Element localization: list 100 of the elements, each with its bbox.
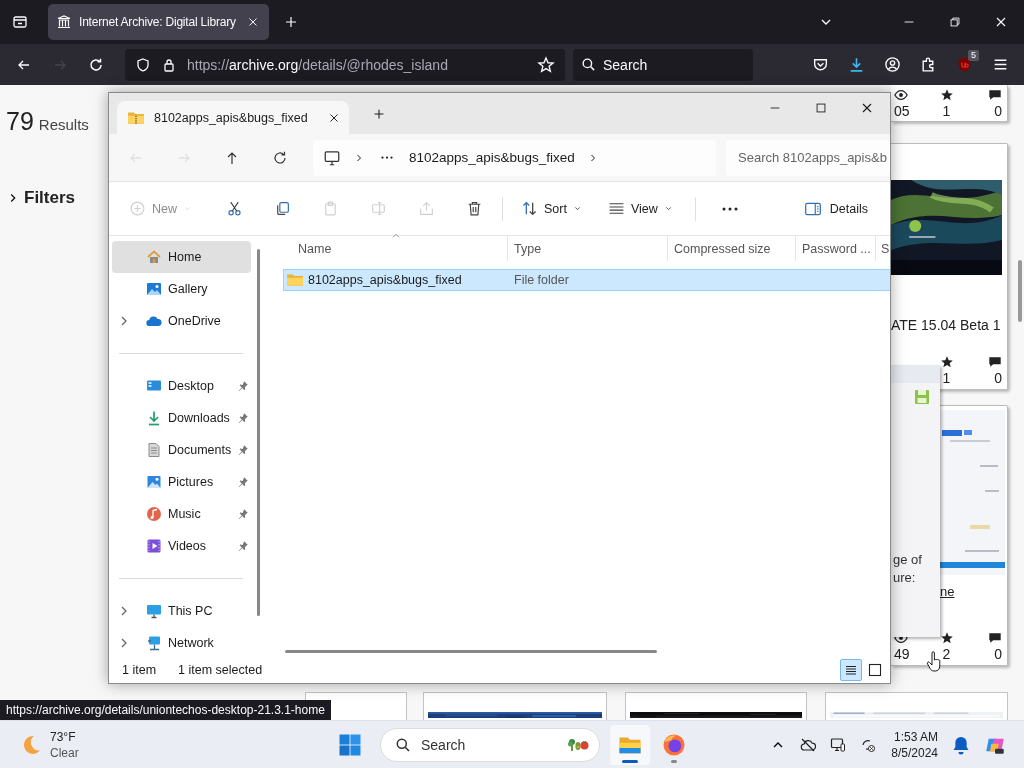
taskbar-search-field[interactable]: Search (380, 727, 600, 762)
taskbar-app[interactable] (610, 724, 650, 765)
temperature: 73°F (50, 728, 77, 745)
cloud-off-icon (800, 736, 817, 753)
popup-text: ge of (893, 552, 923, 567)
comment-icon (988, 88, 1002, 102)
bookmark-button[interactable] (537, 55, 555, 74)
scrollbar[interactable] (1018, 260, 1022, 322)
more-icon (381, 156, 393, 159)
item-title: ATE 15.04 Beta 1 (891, 317, 1002, 333)
popup-text: ure: (893, 570, 917, 585)
scrollbar[interactable] (285, 650, 657, 653)
explorer-tab[interactable]: 8102apps_apis&bugs_fixed (117, 101, 349, 134)
url-text: https://archive.org/details/@rhodes_island (187, 56, 449, 73)
column-header[interactable]: Name (283, 236, 508, 261)
nav-label: Videos (168, 539, 207, 553)
display-icon (830, 736, 847, 753)
chevron-down-icon (183, 204, 192, 213)
monitor-icon (146, 603, 162, 619)
view-button[interactable]: View (599, 191, 681, 226)
nav-item[interactable]: Gallery (112, 273, 251, 305)
house-icon (146, 249, 162, 265)
restore-icon (948, 15, 962, 29)
chevron-down-icon (663, 204, 673, 213)
nav-label: This PC (168, 604, 214, 618)
stat-count: 1 (942, 103, 951, 119)
nav-item[interactable]: Network (112, 627, 251, 659)
desktop-icon (146, 378, 162, 394)
nav-item[interactable]: Desktop (112, 370, 251, 402)
browser-app-icon (662, 732, 686, 757)
document-icon (146, 442, 162, 458)
scrollbar[interactable] (257, 249, 260, 616)
item-link[interactable]: ne (940, 584, 955, 599)
address-bar[interactable]: 8102apps_apis&bugs_fixed (313, 139, 716, 176)
details-button[interactable]: Details (795, 191, 876, 226)
nav-item[interactable]: Music (112, 498, 251, 530)
star-icon (537, 55, 555, 74)
eye-icon (894, 88, 908, 102)
star-icon (939, 88, 954, 102)
star-icon (939, 355, 954, 369)
count-badge: 5 (968, 49, 979, 61)
nav-label: Network (168, 636, 215, 650)
monitor-icon (323, 148, 341, 167)
browser-tab[interactable]: Internet Archive: Digital Library (48, 4, 269, 40)
result-card[interactable] (423, 692, 607, 720)
results-count: 79 (6, 107, 34, 136)
selection-count: 1 item selected (178, 662, 263, 677)
comment-icon (988, 355, 1002, 369)
shield-icon (135, 56, 151, 73)
stat-count: 0 (994, 370, 1002, 386)
clock[interactable]: 1:53 AM 8/5/2024 (883, 728, 944, 761)
result-card[interactable]: 05 1 0 (891, 85, 1008, 122)
filters-toggle[interactable]: Filters (6, 188, 105, 208)
search-field[interactable]: Search (573, 48, 753, 81)
folder-icon (286, 271, 304, 289)
weather-condition: Clear (50, 744, 79, 761)
network-icon (146, 635, 162, 651)
pictures-icon (146, 474, 162, 490)
nav-item[interactable]: This PC (112, 595, 251, 627)
stat-count: 05 (894, 103, 910, 119)
nav-item[interactable]: Documents (112, 434, 251, 466)
nav-label: Downloads (168, 411, 231, 425)
windows-logo-icon (338, 732, 362, 757)
video-icon (146, 538, 162, 554)
nav-item[interactable]: Downloads (112, 402, 251, 434)
table-cell: 8102apps_apis&bugs_fixed (308, 273, 462, 287)
maximize-icon (814, 101, 828, 115)
stat-count: 49 (894, 646, 910, 662)
nav-item[interactable]: Pictures (112, 466, 251, 498)
nav-label: Music (168, 507, 202, 521)
archive-icon (56, 14, 72, 30)
weather-widget[interactable]: 73°F Clear (0, 728, 330, 761)
result-card[interactable]: ATE 15.04 Beta 1 1 0 (891, 143, 1008, 390)
tiles-view-icon (867, 661, 883, 678)
table-cell: File folder (514, 273, 569, 287)
nav-label: Pictures (168, 475, 215, 489)
hand-cursor-icon (926, 651, 942, 672)
tabs-icon (12, 14, 28, 30)
search-field[interactable]: Search 8102apps_apis&b (726, 139, 890, 176)
column-header[interactable]: Type (508, 236, 668, 261)
nav-item[interactable]: Videos (112, 530, 251, 562)
view-toggle[interactable] (840, 658, 862, 681)
nav-item[interactable]: Home (112, 241, 251, 273)
star-icon (939, 631, 954, 645)
column-header[interactable]: Compressed size (668, 236, 796, 261)
clock-date: 8/5/2024 (891, 744, 938, 761)
stat-count: 0 (994, 103, 1002, 119)
file-row[interactable]: 8102apps_apis&bugs_fixed File folder (283, 269, 890, 291)
column-header[interactable]: Password ... (796, 236, 876, 261)
pocket-icon (811, 56, 829, 73)
toolbar-button[interactable]: 5 (946, 48, 982, 81)
account-icon (883, 56, 901, 73)
plus-icon (372, 107, 386, 121)
sort-button[interactable]: Sort (513, 191, 590, 226)
breadcrumb-item[interactable]: 8102apps_apis&bugs_fixed (409, 150, 575, 165)
address-bar[interactable]: https://archive.org/details/@rhodes_island (125, 48, 565, 81)
clock-time: 1:53 AM (893, 728, 938, 745)
nav-item[interactable]: OneDrive (112, 305, 251, 337)
result-card[interactable] (625, 692, 807, 720)
nav-label: Documents (168, 443, 233, 457)
